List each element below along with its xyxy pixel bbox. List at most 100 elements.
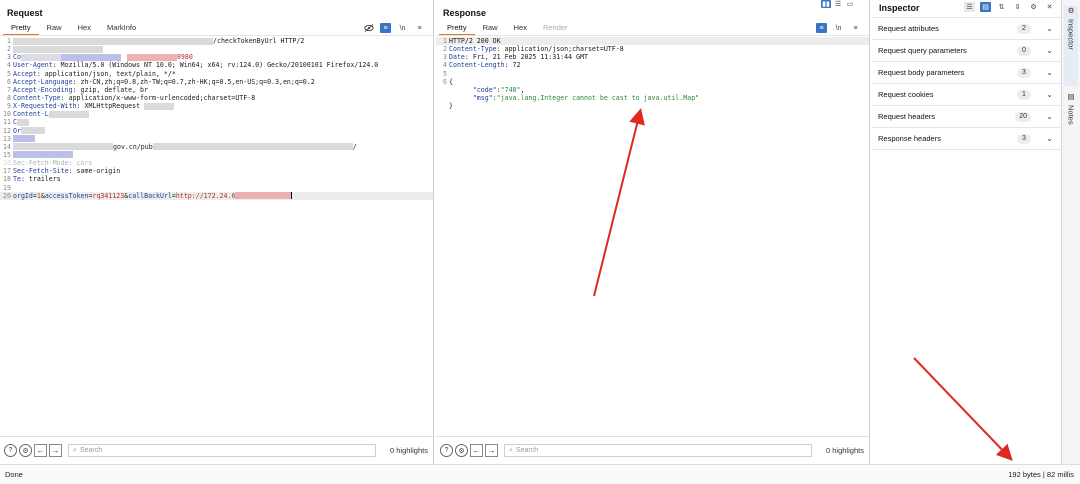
tabbed-layout-icon[interactable]: ▭ [845, 0, 855, 8]
panel-view-icon[interactable]: ▤ [980, 2, 991, 12]
arrow-left-icon[interactable]: ← [34, 444, 47, 457]
inspector-row-request-attributes[interactable]: Request attributes 2 ⌄ [872, 18, 1061, 40]
request-tab-hex[interactable]: Hex [70, 22, 99, 36]
code-line: 10 Content-L [0, 110, 433, 118]
inspector-row-request-cookies[interactable]: Request cookies 1 ⌄ [872, 84, 1061, 106]
response-tabs: Pretty Raw Hex Render [439, 22, 576, 36]
collapse-icon[interactable]: ⇕ [1012, 2, 1023, 12]
response-pane: Response Pretty Raw Hex Render ≡ \n ≡ ▮▮… [436, 0, 870, 464]
code-line-body: 20 orgId=1&accessToken=rq341123&callBackU… [0, 191, 433, 200]
wrap-lines-icon[interactable]: ≡ [816, 23, 827, 33]
code-line: 13 [0, 135, 433, 143]
count-badge: 20 [1015, 111, 1031, 122]
request-tab-pretty[interactable]: Pretty [3, 22, 39, 36]
rail-tab-inspector[interactable]: ⚙ Inspector [1064, 6, 1078, 86]
chevron-down-icon: ⌄ [1046, 112, 1053, 121]
response-tab-raw[interactable]: Raw [475, 22, 506, 36]
request-tab-markinfo[interactable]: MarkInfo [99, 22, 144, 36]
response-size-time: 192 bytes | 82 millis [1008, 470, 1074, 479]
gear-icon[interactable]: ⚙ [455, 444, 468, 457]
layout-toggle: ▮▮ ☰ ▭ [821, 0, 855, 8]
response-editor-tools: ≡ \n ≡ [816, 22, 861, 34]
inspector-row-request-headers[interactable]: Request headers 20 ⌄ [872, 106, 1061, 128]
chevron-down-icon: ⌄ [1046, 134, 1053, 143]
newline-toggle-icon[interactable]: \n [833, 23, 844, 33]
response-search-bar: ? ⚙ ← → ⌕ Search 0 highlights [436, 436, 869, 464]
gear-icon[interactable]: ⚙ [19, 444, 32, 457]
chevron-down-icon: ⌄ [1046, 46, 1053, 55]
menu-icon[interactable]: ≡ [414, 23, 425, 33]
code-line: 1 HTTP/2 200 OK [436, 37, 869, 46]
code-line: 4 User-Agent: Mozilla/5.0 (Windows NT 10.… [7, 61, 379, 70]
help-icon[interactable]: ? [440, 444, 453, 457]
arrow-left-icon[interactable]: ← [470, 444, 483, 457]
help-icon[interactable]: ? [4, 444, 17, 457]
status-bar: Done 192 bytes | 82 millis [0, 464, 1080, 484]
split-vertical-icon[interactable]: ▮▮ [821, 0, 831, 8]
code-line: 3 Co 8980 [7, 53, 193, 62]
gear-icon[interactable]: ⚙ [1028, 2, 1039, 12]
response-tab-hex[interactable]: Hex [506, 22, 535, 36]
request-tabs: Pretty Raw Hex MarkInfo [3, 22, 144, 36]
code-line: "msg":"java.lang.Integer cannot be cast … [472, 93, 700, 102]
status-text: Done [5, 470, 23, 479]
code-line: 3 Date: Fri, 21 Feb 2025 11:31:44 GMT [443, 53, 588, 62]
code-line: 5 [443, 69, 447, 78]
code-line: 6{ [443, 77, 453, 86]
split-horizontal-icon[interactable]: ☰ [833, 0, 843, 8]
response-title: Response [443, 8, 487, 18]
newline-toggle-icon[interactable]: \n [397, 23, 408, 33]
search-icon: ⌕ [73, 447, 77, 454]
arrow-right-icon[interactable]: → [485, 444, 498, 457]
notes-icon: ▤ [1066, 92, 1076, 101]
inspector-icon: ⚙ [1066, 6, 1076, 15]
wrap-lines-icon[interactable]: ≡ [380, 23, 391, 33]
response-editor[interactable]: 1 HTTP/2 200 OK 2 Content-Type: applicatio… [436, 37, 869, 436]
response-tab-pretty[interactable]: Pretty [439, 22, 475, 36]
count-badge: 3 [1017, 133, 1031, 144]
count-badge: 2 [1017, 23, 1031, 34]
sort-icon[interactable]: ⇅ [996, 2, 1007, 12]
code-line: 1/checkTokenByUrl HTTP/2 [7, 37, 305, 45]
menu-icon[interactable]: ≡ [850, 23, 861, 33]
inspector-row-request-body-parameters[interactable]: Request body parameters 3 ⌄ [872, 62, 1061, 84]
code-line: 2 Content-Type: application/json;charset=… [443, 45, 624, 54]
rail-tab-notes[interactable]: ▤ Notes [1064, 92, 1078, 148]
arrow-right-icon[interactable]: → [49, 444, 62, 457]
chevron-down-icon: ⌄ [1046, 24, 1053, 33]
inspector-tools: ☰ ▤ ⇅ ⇕ ⚙ ✕ [964, 2, 1055, 12]
response-tab-render[interactable]: Render [535, 22, 576, 36]
request-tab-raw[interactable]: Raw [39, 22, 70, 36]
request-search-input[interactable]: ⌕ Search [68, 444, 376, 457]
request-search-bar: ? ⚙ ← → ⌕ Search 0 highlights [0, 436, 433, 464]
response-search-input[interactable]: ⌕ Search [504, 444, 812, 457]
code-line: 7 Accept-Encoding: gzip, deflate, br [7, 85, 148, 94]
close-icon[interactable]: ✕ [1044, 2, 1055, 12]
code-line: 19 [3, 183, 11, 192]
code-line: "code":"740", [472, 85, 525, 94]
eye-off-icon[interactable] [363, 23, 374, 33]
response-highlights-count: 0 highlights [826, 446, 864, 455]
request-title: Request [7, 8, 43, 18]
code-line: } [449, 102, 453, 111]
request-highlights-count: 0 highlights [390, 446, 428, 455]
chevron-down-icon: ⌄ [1046, 68, 1053, 77]
count-badge: 0 [1017, 45, 1031, 56]
code-line: 5 Accept: application/json, text/plain, *… [7, 69, 176, 78]
code-line: 17 Sec-Fetch-Site: same-origin [3, 167, 121, 176]
request-editor[interactable]: 1/checkTokenByUrl HTTP/2 2 3 Co 8980 4 User… [0, 37, 433, 436]
code-line: 18 Te: trailers [3, 175, 61, 184]
request-pane: Request Pretty Raw Hex MarkInfo ≡ \n ≡ 1… [0, 0, 434, 464]
code-line: 9 X-Requested-With: XMLHttpRequest [0, 102, 433, 110]
search-icon: ⌕ [509, 447, 513, 454]
code-line: 16 Sec-Fetch-Mode: cors [3, 159, 93, 168]
side-rail: ⚙ Inspector ▤ Notes [1062, 0, 1080, 464]
code-line: 11 C [0, 118, 433, 126]
inspector-pane: Inspector ☰ ▤ ⇅ ⇕ ⚙ ✕ Request attributes… [872, 0, 1062, 464]
inspector-row-response-headers[interactable]: Response headers 3 ⌄ [872, 128, 1061, 150]
inspector-row-request-query-parameters[interactable]: Request query parameters 0 ⌄ [872, 40, 1061, 62]
request-editor-tools: ≡ \n ≡ [363, 22, 425, 34]
chevron-down-icon: ⌄ [1046, 90, 1053, 99]
code-line: 14 gov.cn/pub / [3, 142, 357, 151]
list-view-icon[interactable]: ☰ [964, 2, 975, 12]
